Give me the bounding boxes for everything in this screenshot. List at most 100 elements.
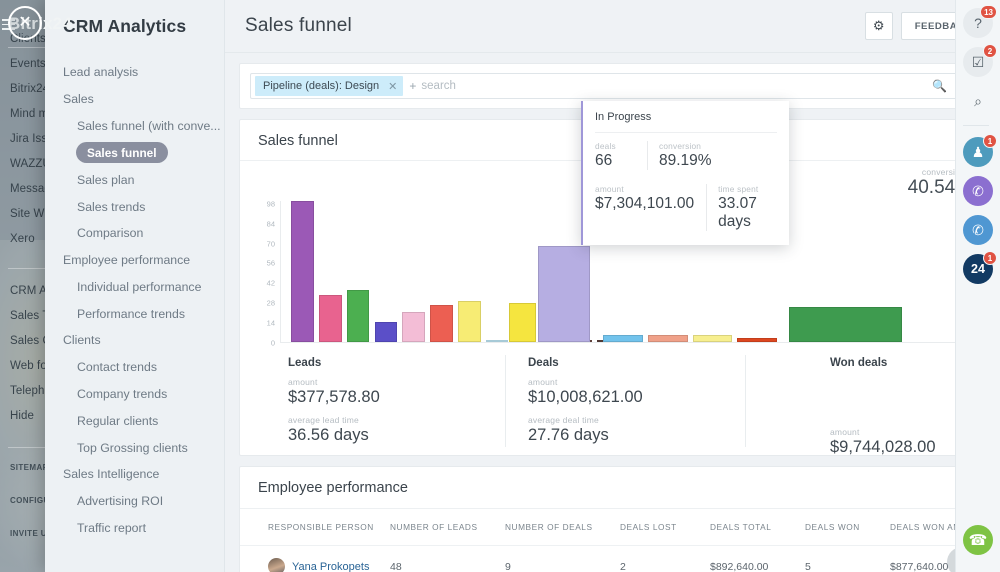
badge-count: 2 (983, 44, 997, 58)
sidebar-item-individual-performance[interactable]: Individual performance (45, 273, 224, 300)
cell-deals-total: $892,640.00 (710, 546, 805, 572)
sidebar-item-sales-trends[interactable]: Sales trends (45, 193, 224, 220)
bg-menu2-item-5[interactable]: Hide (10, 410, 34, 422)
sidebar-item-company-trends[interactable]: Company trends (45, 381, 224, 408)
bar-16[interactable] (693, 335, 733, 342)
search-row[interactable]: Pipeline (deals): Design ✕ + 🔍 ✕ (250, 73, 975, 99)
avatar (268, 558, 285, 572)
crm-analytics-sidebar: CRM Analytics Lead analysisSalesSales fu… (45, 0, 225, 572)
sidebar-item-top-grossing-clients[interactable]: Top Grossing clients (45, 434, 224, 461)
page-title: Sales funnel (245, 15, 865, 37)
sidebar-item-sales-funnel[interactable]: Sales funnel (76, 142, 168, 163)
sidebar-item-advertising-roi[interactable]: Advertising ROI (45, 488, 224, 515)
funnel-tooltip: In Progress deals 66 conversion 89.19% a… (581, 101, 789, 245)
stage-won-amount-value: $9,744,028.00 (830, 438, 936, 457)
search-icon[interactable]: 🔍 (932, 79, 947, 93)
badge-count: 13 (980, 5, 997, 19)
sidebar-item-sales-plan[interactable]: Sales plan (45, 166, 224, 193)
y-tick-56: 56 (267, 259, 275, 268)
stage-won-deals: Won deals amount $9,744,028.00 (830, 357, 936, 457)
bar-7[interactable] (486, 340, 509, 342)
sidebar-item-traffic-report[interactable]: Traffic report (45, 515, 224, 542)
col-number-of-deals[interactable]: NUMBER OF DEALS (505, 509, 620, 546)
sidebar-item-performance-trends[interactable]: Performance trends (45, 300, 224, 327)
tooltip-deals-label: deals (595, 141, 635, 151)
cell-deals-lost: 2 (620, 546, 710, 572)
tooltip-title: In Progress (595, 111, 777, 132)
call-blue-icon-glyph: ✆ (972, 222, 984, 239)
tooltip-amount-value: $7,304,101.00 (595, 195, 694, 213)
bar-3[interactable] (375, 322, 398, 342)
stage-leads-name: Leads (288, 357, 380, 369)
stage-won-name: Won deals (830, 357, 936, 369)
sidebar-item-employee-performance[interactable]: Employee performance (45, 247, 224, 274)
filter-chip-pipeline[interactable]: Pipeline (deals): Design ✕ (255, 76, 403, 96)
sidebar-item-sales[interactable]: Sales (45, 86, 224, 113)
bg-menu-item-8[interactable]: Xero (10, 233, 35, 245)
bitrix24-icon[interactable]: 241 (963, 254, 993, 284)
y-tick-28: 28 (267, 299, 275, 308)
stage-deals-name: Deals (528, 357, 643, 369)
sidebar-item-lead-analysis[interactable]: Lead analysis (45, 59, 224, 86)
stage-deals-time-value: 27.76 days (528, 426, 643, 445)
bar-18[interactable] (789, 307, 902, 342)
bg-menu-item-1[interactable]: Events (10, 58, 46, 70)
rail-items: ?13 ☑2 ⌕ ♟1 ✆ ✆ 241 (963, 8, 993, 293)
call-purple-icon[interactable]: ✆ (963, 176, 993, 206)
y-tick-70: 70 (267, 239, 275, 248)
bar-17[interactable] (737, 338, 777, 342)
stage-deals: Deals amount $10,008,621.00 average deal… (528, 357, 643, 445)
rail-bottom: ☎ (963, 525, 993, 564)
bar-4[interactable] (402, 312, 425, 342)
y-axis: 014284256708498 (258, 201, 278, 343)
tooltip-deals-value: 66 (595, 152, 635, 170)
bar-13[interactable] (538, 246, 590, 342)
notification-bell-icon[interactable]: ☑2 (963, 47, 993, 77)
help-icon[interactable]: ?13 (963, 8, 993, 38)
stage-won-amount-label: amount (830, 427, 936, 437)
tooltip-deals: deals 66 (595, 141, 647, 170)
call-blue-icon[interactable]: ✆ (963, 215, 993, 245)
settings-button[interactable]: ⚙ (865, 12, 893, 40)
sidebar-item-contact-trends[interactable]: Contact trends (45, 354, 224, 381)
bar-12[interactable] (509, 303, 536, 342)
col-deals-lost[interactable]: DEALS LOST (620, 509, 710, 546)
col-responsible-person[interactable]: RESPONSIBLE PERSON (240, 509, 390, 546)
close-icon[interactable]: ✕ (8, 6, 42, 40)
search-icon[interactable]: ⌕ (963, 86, 993, 116)
bar-1[interactable] (319, 295, 342, 342)
sidebar-item-sales-intelligence[interactable]: Sales Intelligence (45, 461, 224, 488)
col-number-of-leads[interactable]: NUMBER OF LEADS (390, 509, 505, 546)
stage-leads-time-value: 36.56 days (288, 426, 380, 445)
gear-icon: ⚙ (873, 18, 885, 34)
cell-deals-won: 5 (805, 546, 890, 572)
cell-number-of-leads: 48 (390, 546, 505, 572)
stage-leads-amount-value: $377,578.80 (288, 388, 380, 407)
bar-14[interactable] (603, 335, 643, 342)
table-row[interactable]: Yana Prokopets 48 9 2 $892,640.00 5 $877… (240, 546, 985, 572)
call-purple-icon-glyph: ✆ (972, 183, 984, 200)
call-green-icon[interactable]: ☎ (963, 525, 993, 555)
bar-2[interactable] (347, 290, 370, 342)
y-tick-14: 14 (267, 319, 275, 328)
badge-count: 1 (983, 251, 997, 265)
col-deals-total[interactable]: DEALS TOTAL (710, 509, 805, 546)
col-deals-won[interactable]: DEALS WON (805, 509, 890, 546)
bar-15[interactable] (648, 335, 688, 342)
bg-footer-sitemap[interactable]: SITEMAP (10, 463, 48, 472)
bar-5[interactable] (430, 305, 453, 342)
contact-person-icon[interactable]: ♟1 (963, 137, 993, 167)
stage-leads-time-label: average lead time (288, 415, 380, 425)
filter-chip-remove-icon[interactable]: ✕ (388, 80, 397, 93)
notification-bell-icon-glyph: ☑ (972, 54, 985, 71)
person-name-link[interactable]: Yana Prokopets (292, 561, 369, 572)
bar-6[interactable] (458, 301, 481, 342)
sidebar-item-comparison[interactable]: Comparison (45, 220, 224, 247)
tooltip-time-value: 33.07 days (718, 195, 765, 231)
bar-0[interactable] (291, 201, 314, 342)
sidebar-item-clients[interactable]: Clients (45, 327, 224, 354)
sidebar-item-regular-clients[interactable]: Regular clients (45, 407, 224, 434)
search-input[interactable] (421, 80, 932, 92)
sidebar-item-sales-funnel-with-conve[interactable]: Sales funnel (with conve... (45, 113, 224, 140)
add-filter-icon[interactable]: + (409, 79, 416, 93)
